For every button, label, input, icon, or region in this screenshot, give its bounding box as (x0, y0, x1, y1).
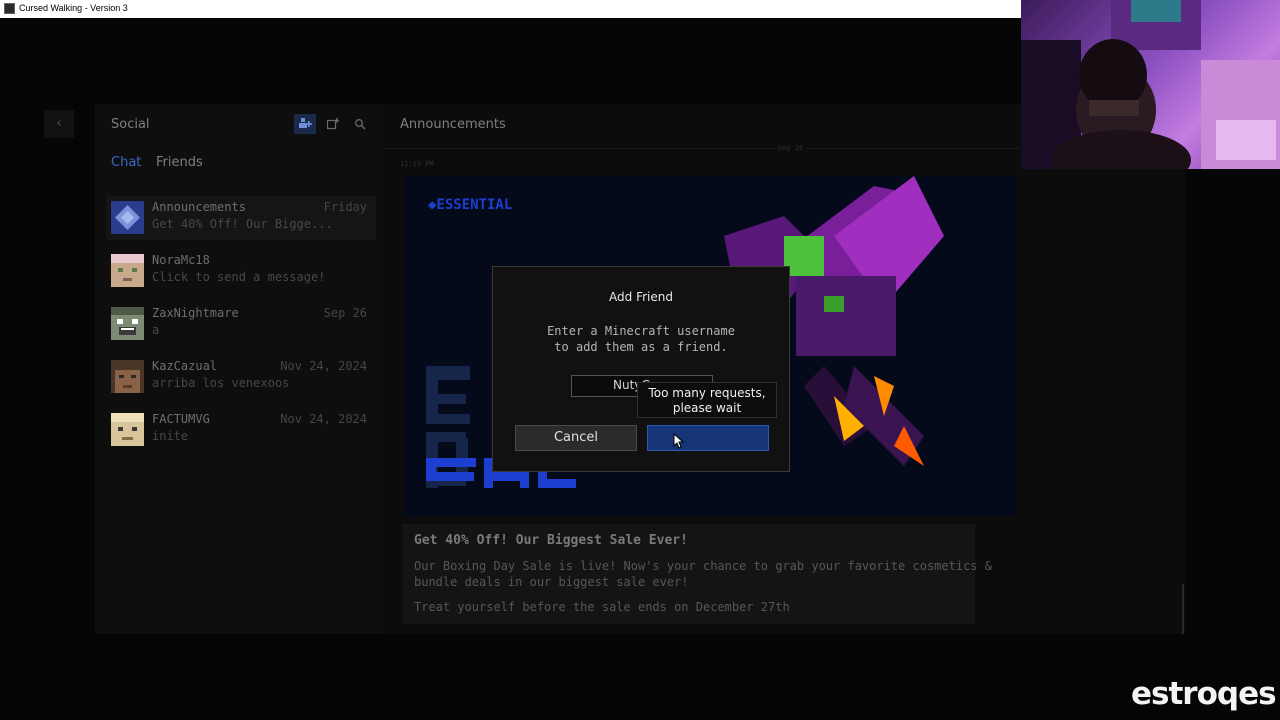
avatar (111, 360, 144, 393)
announcement-card: Get 40% Off! Our Biggest Sale Ever! Our … (402, 524, 992, 624)
avatar (111, 254, 144, 287)
tooltip-text: Too many requests, (648, 386, 766, 400)
add-friend-icon[interactable] (294, 114, 316, 134)
conversation-preview: Get 40% Off! Our Bigge... (152, 217, 333, 231)
window-titlebar: Cursed Walking - Version 3 (0, 0, 1021, 18)
announcement-text: bundle deals in our biggest sale ever! (414, 575, 689, 589)
modal-description: Enter a Minecraft username (547, 324, 735, 338)
scrollbar[interactable] (1182, 584, 1184, 634)
divider (385, 148, 1025, 149)
chevron-left-icon: ‹ (56, 116, 62, 131)
social-title: Social (111, 117, 150, 132)
add-friend-button[interactable] (647, 425, 769, 451)
back-button[interactable]: ‹ (44, 110, 74, 138)
modal-description: to add them as a friend. (554, 340, 728, 354)
webcam-feed (1021, 0, 1280, 169)
mouse-cursor-icon (673, 433, 685, 449)
announcement-text: Treat yourself before the sale ends on D… (414, 600, 790, 614)
conversation-name: NoraMc18 (152, 253, 210, 267)
cancel-button[interactable]: Cancel (515, 425, 637, 451)
tooltip-text: please wait (672, 401, 742, 415)
avatar (111, 201, 144, 234)
announcement-heading: Get 40% Off! Our Biggest Sale Ever! (414, 533, 688, 548)
app-icon (4, 3, 15, 14)
tab-friends[interactable]: Friends (156, 155, 203, 170)
avatar (111, 307, 144, 340)
conversation-date: Nov 24, 2024 (280, 412, 367, 426)
conversation-preview: inite (152, 429, 189, 443)
webcam-overlay (1021, 0, 1280, 169)
date-divider: Sep 26 (775, 144, 807, 152)
conversation-date: Nov 24, 2024 (280, 359, 367, 373)
conversation-name: FACTUMVG (152, 412, 210, 426)
announcement-text: Our Boxing Day Sale is live! Now's your … (414, 559, 992, 573)
add-friend-modal: Add Friend Enter a Minecraft username to… (492, 266, 790, 472)
search-icon[interactable] (349, 114, 371, 134)
social-sidebar: Social Chat Friends Announcements Get 40… (95, 104, 383, 634)
conversation-item[interactable]: NoraMc18 Click to send a message! (106, 249, 376, 293)
conversation-preview: arriba los venexoos (152, 376, 290, 390)
conversation-item[interactable]: FACTUMVG inite Nov 24, 2024 (106, 408, 376, 452)
conversation-item[interactable]: ZaxNightmare a Sep 26 (106, 302, 376, 346)
conversation-preview: a (152, 323, 160, 337)
conversation-name: ZaxNightmare (152, 306, 239, 320)
conversation-preview: Click to send a message! (152, 270, 326, 284)
modal-title: Add Friend (609, 290, 673, 304)
conversation-item[interactable]: KazCazual arriba los venexoos Nov 24, 20… (106, 355, 376, 399)
conversation-name: Announcements (152, 200, 246, 214)
conversation-item[interactable]: Announcements Get 40% Off! Our Bigge... … (106, 196, 376, 240)
streamer-watermark: estroqes (1131, 676, 1277, 712)
new-group-icon[interactable] (322, 114, 344, 134)
rate-limit-tooltip: Too many requests, please wait (637, 382, 777, 418)
avatar (111, 413, 144, 446)
channel-title: Announcements (400, 117, 506, 132)
conversation-date: Friday (323, 200, 367, 214)
window-title: Cursed Walking - Version 3 (19, 3, 128, 13)
tab-chat[interactable]: Chat (111, 155, 141, 170)
conversation-name: KazCazual (152, 359, 218, 373)
conversation-date: Sep 26 (323, 306, 367, 320)
message-time: 11:19 PM (400, 160, 434, 168)
